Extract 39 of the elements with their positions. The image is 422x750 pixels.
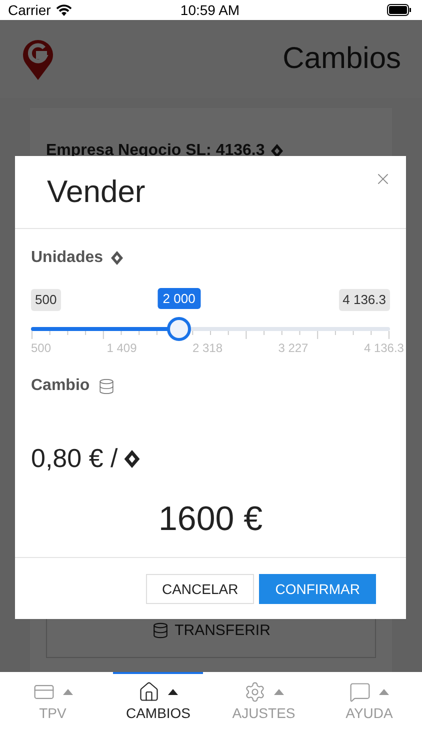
cancel-button[interactable]: CANCELAR [146,574,254,604]
home-icon [138,681,160,703]
slider-max: 4 136.3 [338,289,390,311]
tick-label: 500 [31,341,52,355]
tab[interactable]: AJUSTES [218,672,309,750]
clock-time: 10:59 AM [180,2,240,18]
caret-icon [168,689,178,695]
tick-label: 3 227 [278,341,308,355]
total-amount: 1600 € [158,500,262,539]
slider-value: 2 000 [158,288,200,309]
caret-icon [274,689,284,695]
settings-icon [244,681,266,703]
tab[interactable]: AYUDA [324,672,414,750]
chat-icon [349,681,372,703]
coins-icon [98,378,115,394]
account-balance: Empresa Negocio SL: 4136.3 [46,142,376,160]
caret-icon [379,689,390,695]
units-label: Unidades [31,249,390,267]
wifi-icon [56,4,72,16]
token-icon [124,450,140,468]
caret-icon [62,689,73,695]
tick-label: 2 318 [192,341,222,355]
tick-label: 1 409 [106,341,137,355]
coins-icon [152,622,169,638]
tab[interactable]: TPV [8,672,98,750]
token-icon [111,251,124,265]
carrier-name: Carrier [8,2,51,18]
slider-thumb[interactable] [167,317,192,341]
page-title: Cambios [282,42,401,76]
tab[interactable]: CAMBIOS [113,672,204,750]
confirm-button[interactable]: CONFIRMAR [259,574,376,604]
token-icon [270,144,283,158]
slider-min: 500 [31,289,61,311]
dialog-title: Vender [47,174,146,210]
exchange-label: Cambio [31,377,390,395]
tick-label: 4 136.3 [364,341,404,355]
logo-icon [22,38,54,80]
battery-icon [387,4,412,16]
exchange-rate: 0,80 € / [31,443,390,474]
